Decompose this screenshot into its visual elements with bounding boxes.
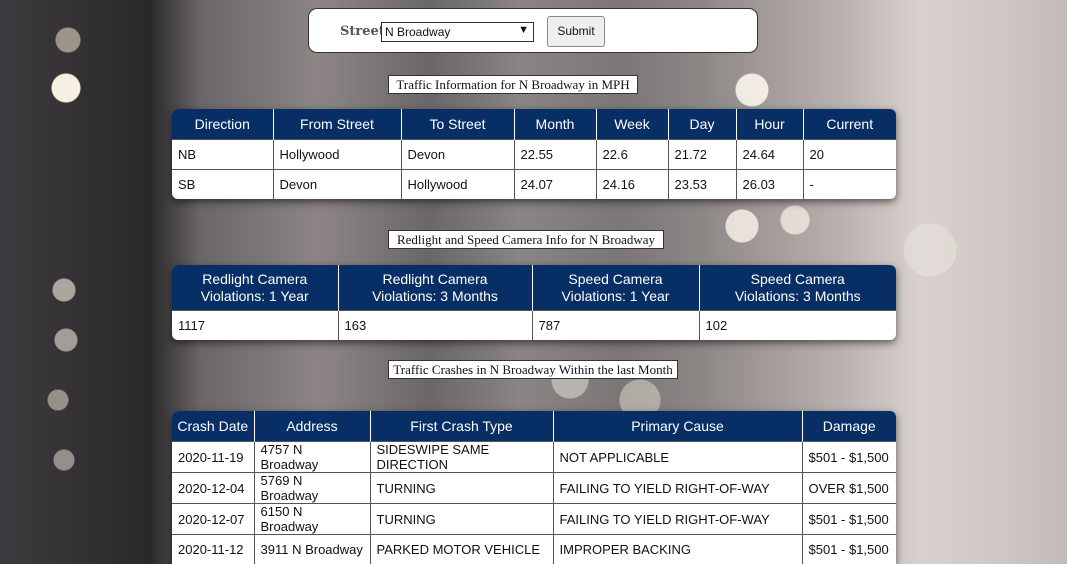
cell-address: 6150 N Broadway [254,504,370,535]
cell-damage: $501 - $1,500 [802,442,896,473]
cell-month: 24.07 [514,170,596,200]
cell-speed-1-year: 787 [532,311,699,341]
cell-crash-date: 2020-11-12 [172,535,254,564]
col-crash-date: Crash Date [172,411,254,442]
cell-day: 21.72 [668,140,736,170]
cell-redlight-1-year: 1117 [172,311,338,341]
col-damage: Damage [802,411,896,442]
col-direction: Direction [172,109,273,140]
cell-crash-date: 2020-12-04 [172,473,254,504]
cell-hour: 26.03 [736,170,803,200]
cell-direction: SB [172,170,273,200]
cell-current: 20 [803,140,896,170]
cell-month: 22.55 [514,140,596,170]
street-form: Street: N Broadway ▼ Submit [308,8,758,53]
cell-primary-cause: FAILING TO YIELD RIGHT-OF-WAY [553,473,802,504]
cell-to-street: Hollywood [401,170,514,200]
traffic-caption: Traffic Information for N Broadway in MP… [388,75,638,94]
cell-address: 4757 N Broadway [254,442,370,473]
col-redlight-3-months: Redlight CameraViolations: 3 Months [338,265,532,311]
table-row: 2020-12-07 6150 N Broadway TURNING FAILI… [172,504,896,535]
col-month: Month [514,109,596,140]
cameras-table: Redlight CameraViolations: 1 Year Redlig… [172,265,896,340]
cell-day: 23.53 [668,170,736,200]
cell-hour: 24.64 [736,140,803,170]
cell-to-street: Devon [401,140,514,170]
crashes-header-row: Crash Date Address First Crash Type Prim… [172,411,896,442]
cell-first-crash-type: PARKED MOTOR VEHICLE [370,535,553,564]
cell-from-street: Hollywood [273,140,401,170]
crashes-table: Crash Date Address First Crash Type Prim… [172,411,896,564]
cell-direction: NB [172,140,273,170]
table-row: 2020-11-12 3911 N Broadway PARKED MOTOR … [172,535,896,564]
col-primary-cause: Primary Cause [553,411,802,442]
table-row: 1117 163 787 102 [172,311,896,341]
cameras-caption: Redlight and Speed Camera Info for N Bro… [388,230,664,249]
cameras-header-row: Redlight CameraViolations: 1 Year Redlig… [172,265,896,311]
col-current: Current [803,109,896,140]
cell-first-crash-type: TURNING [370,504,553,535]
cell-week: 22.6 [596,140,668,170]
cell-address: 3911 N Broadway [254,535,370,564]
cell-crash-date: 2020-12-07 [172,504,254,535]
col-hour: Hour [736,109,803,140]
cell-primary-cause: NOT APPLICABLE [553,442,802,473]
cell-damage: OVER $1,500 [802,473,896,504]
col-address: Address [254,411,370,442]
cell-crash-date: 2020-11-19 [172,442,254,473]
table-row: 2020-12-04 5769 N Broadway TURNING FAILI… [172,473,896,504]
dropdown-arrow-icon: ▼ [518,24,529,36]
table-row: NB Hollywood Devon 22.55 22.6 21.72 24.6… [172,140,896,170]
col-to-street: To Street [401,109,514,140]
col-speed-1-year: Speed CameraViolations: 1 Year [532,265,699,311]
traffic-table: Direction From Street To Street Month We… [172,109,896,199]
street-select-value: N Broadway [385,25,450,39]
col-redlight-1-year: Redlight CameraViolations: 1 Year [172,265,338,311]
street-select[interactable]: N Broadway ▼ [381,22,534,42]
cell-from-street: Devon [273,170,401,200]
col-day: Day [668,109,736,140]
table-row: 2020-11-19 4757 N Broadway SIDESWIPE SAM… [172,442,896,473]
col-first-crash-type: First Crash Type [370,411,553,442]
cell-first-crash-type: SIDESWIPE SAME DIRECTION [370,442,553,473]
cell-damage: $501 - $1,500 [802,504,896,535]
table-row: SB Devon Hollywood 24.07 24.16 23.53 26.… [172,170,896,200]
submit-button[interactable]: Submit [547,16,605,47]
cell-first-crash-type: TURNING [370,473,553,504]
col-speed-3-months: Speed CameraViolations: 3 Months [699,265,896,311]
cell-primary-cause: IMPROPER BACKING [553,535,802,564]
cell-address: 5769 N Broadway [254,473,370,504]
crashes-caption: Traffic Crashes in N Broadway Within the… [388,360,678,379]
cell-current: - [803,170,896,200]
cell-primary-cause: FAILING TO YIELD RIGHT-OF-WAY [553,504,802,535]
cell-damage: $501 - $1,500 [802,535,896,564]
col-from-street: From Street [273,109,401,140]
traffic-header-row: Direction From Street To Street Month We… [172,109,896,140]
cell-redlight-3-months: 163 [338,311,532,341]
cell-speed-3-months: 102 [699,311,896,341]
cell-week: 24.16 [596,170,668,200]
col-week: Week [596,109,668,140]
